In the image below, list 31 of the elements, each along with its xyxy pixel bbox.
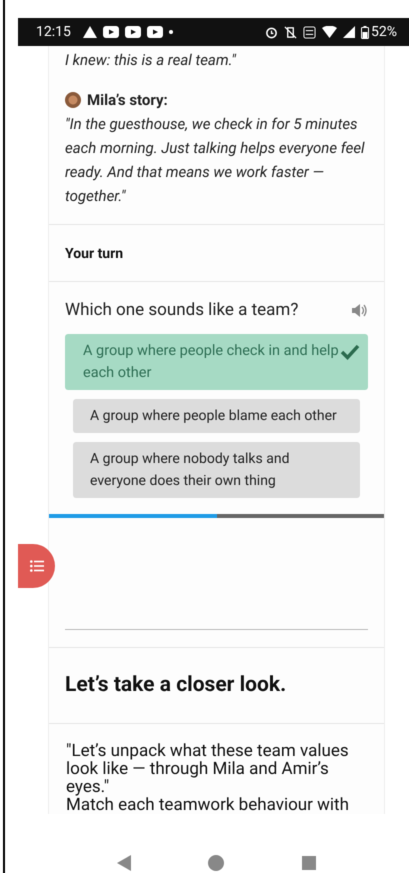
wifi-icon (322, 26, 337, 38)
answer-option[interactable]: A group where people check in and help each other (65, 334, 368, 390)
instruction-text: Match each teamwork behaviour with (66, 796, 350, 814)
battery-percent: 52% (371, 22, 397, 42)
check-icon (340, 344, 360, 360)
dot-icon (168, 30, 173, 34)
quiz-question: Which one sounds like a team? (65, 299, 298, 322)
video-app-icon (102, 26, 119, 38)
list-icon (30, 560, 44, 572)
video-app-icon (146, 26, 163, 38)
intro-text: "Let’s unpack what these team values look like — through Mila and Amir’s eyes." (66, 742, 350, 796)
vibrate-off-icon (284, 26, 297, 38)
story-title: Mila’s story: (87, 90, 168, 111)
story-quote: "In the guesthouse, we check in for 5 minutes each morning. Just talking helps everyone feel ready. And that means we work faster — together." (65, 114, 366, 207)
section-heading: Let’s take a closer look. (65, 672, 288, 698)
battery-icon (361, 26, 369, 38)
speaker-icon[interactable] (352, 304, 368, 318)
answer-option[interactable]: A group where nobody talks and everyone does their own thing (73, 442, 360, 498)
section-heading: Your turn (65, 246, 124, 262)
person-icon (65, 92, 81, 108)
video-app-icon (124, 26, 141, 38)
status-time: 12:15 (36, 22, 71, 42)
recents-icon[interactable] (302, 856, 316, 870)
story-quote: I knew: this is a real team." (65, 50, 238, 71)
signal-icon (343, 26, 355, 38)
warning-icon (82, 26, 97, 38)
home-icon[interactable] (208, 855, 224, 871)
alarm-icon (265, 26, 278, 38)
back-icon[interactable] (116, 855, 131, 871)
menu-button[interactable] (18, 544, 55, 588)
answer-option[interactable]: A group where people blame each other (73, 398, 360, 432)
